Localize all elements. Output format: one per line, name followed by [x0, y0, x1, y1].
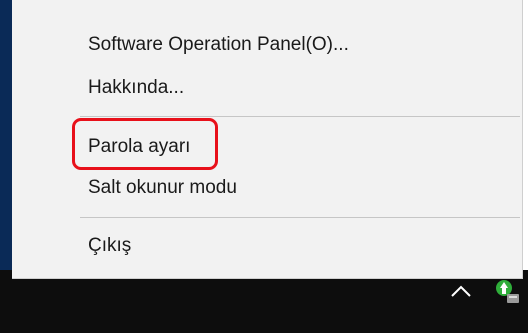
menu-item-about[interactable]: Hakkında...	[12, 68, 522, 108]
menu-item-exit[interactable]: Çıkış	[12, 226, 522, 266]
chevron-up-icon[interactable]	[448, 280, 474, 302]
menu-item-label: Software Operation Panel(O)...	[88, 34, 349, 55]
highlight-annotation	[72, 118, 218, 170]
menu-item-label: Çıkış	[88, 235, 132, 256]
menu-item-software-operation-panel[interactable]: Software Operation Panel(O)...	[12, 25, 522, 65]
context-menu: Software Operation Panel(O)... Hakkında.…	[12, 0, 523, 279]
menu-separator	[80, 116, 520, 117]
menu-item-label: Salt okunur modu	[88, 177, 237, 198]
menu-separator	[80, 217, 520, 218]
menu-item-read-only-mode[interactable]: Salt okunur modu	[12, 168, 522, 208]
scanner-app-icon[interactable]	[493, 276, 523, 306]
menu-item-label: Hakkında...	[88, 77, 185, 98]
